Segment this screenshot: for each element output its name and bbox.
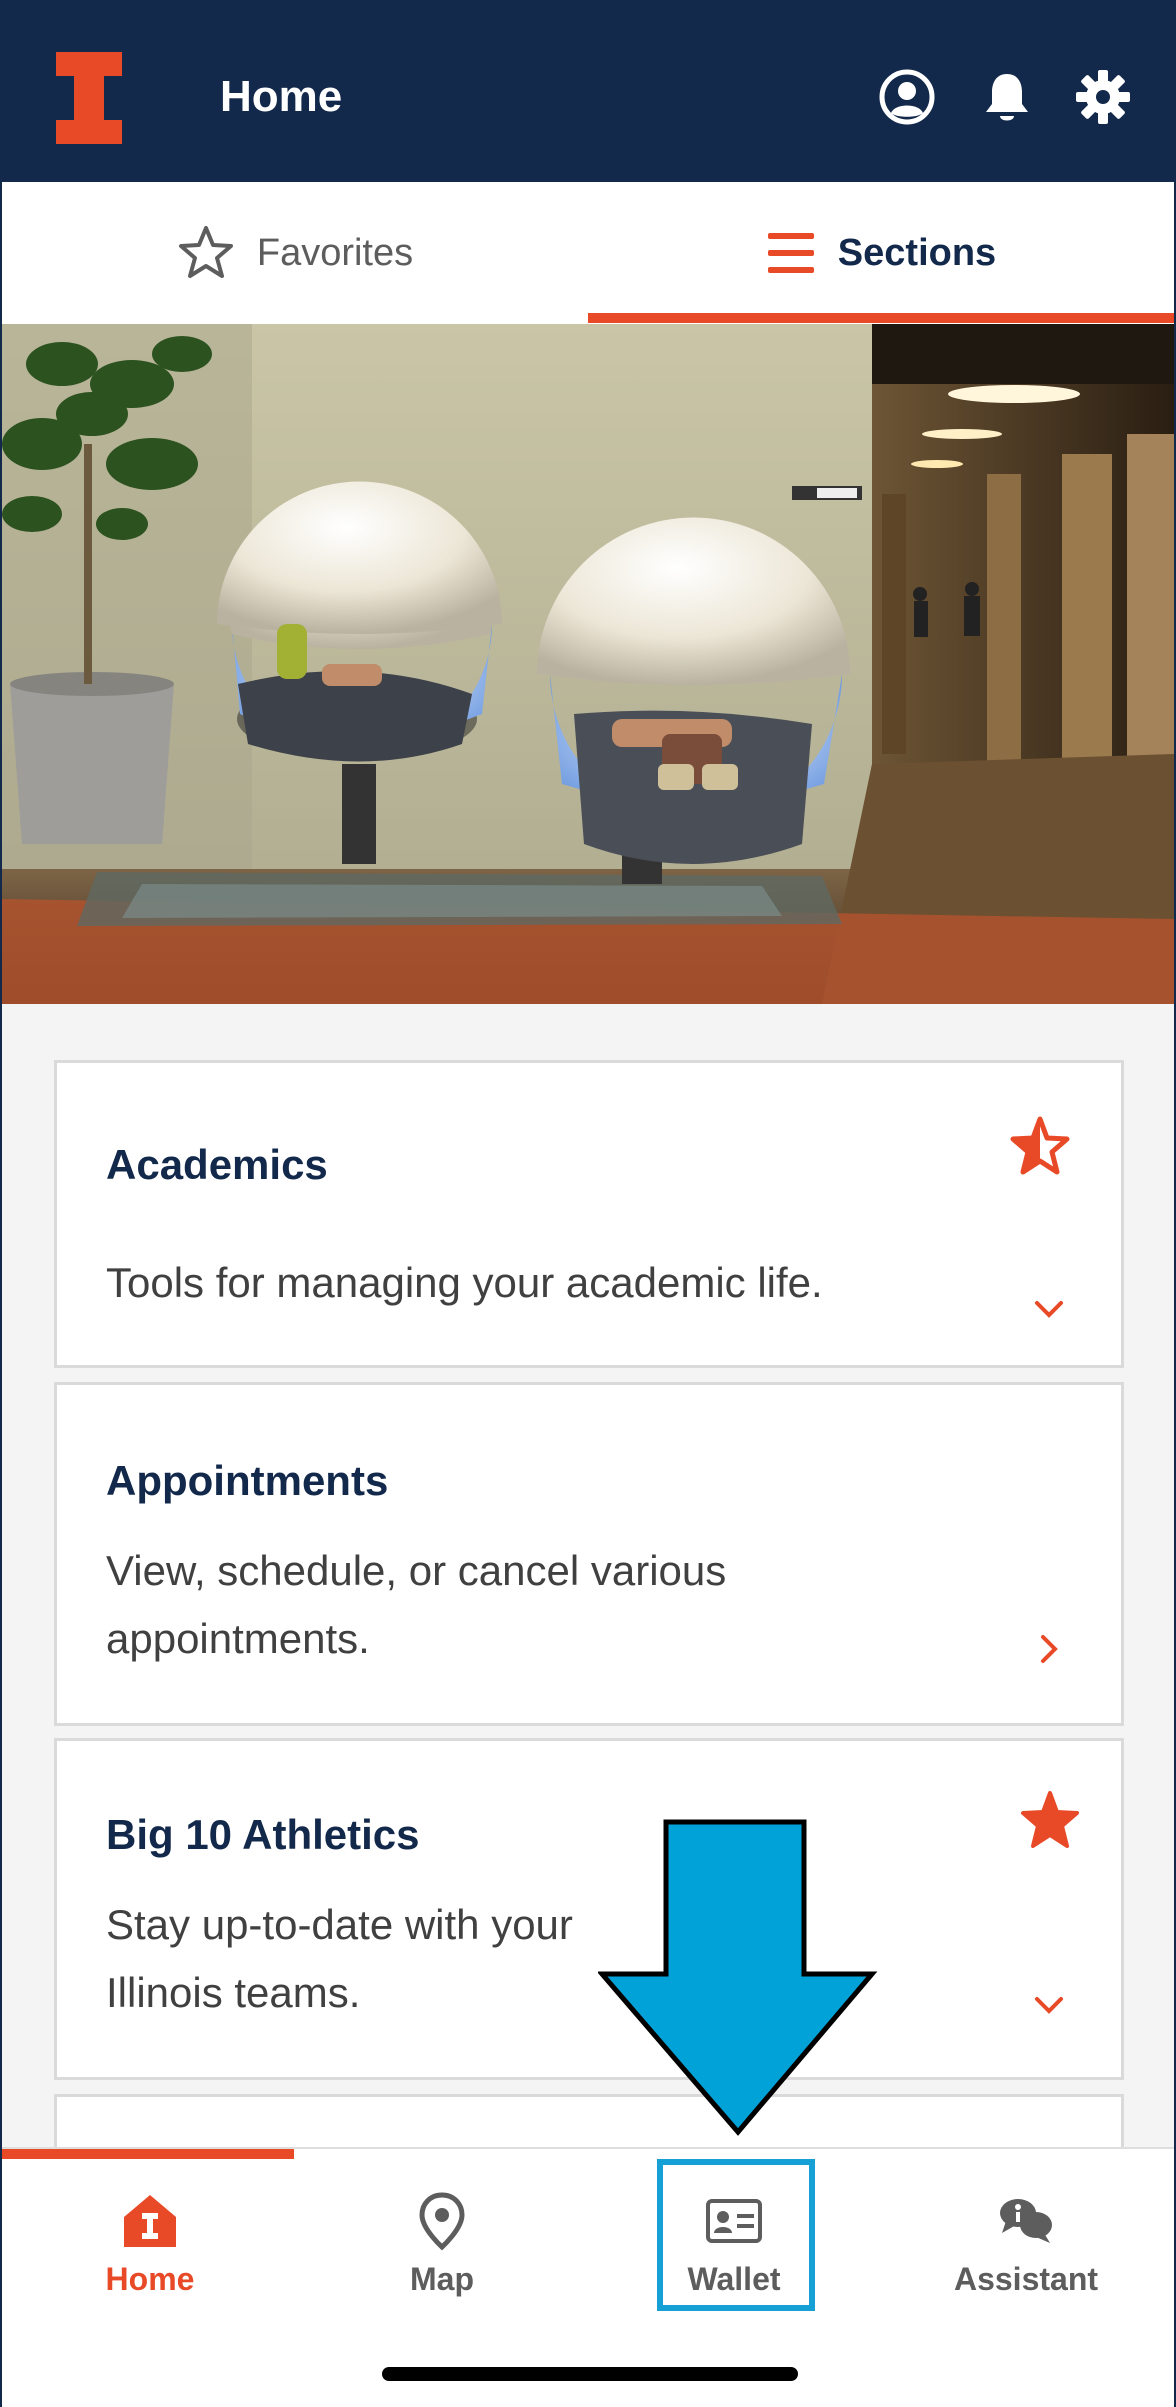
tab-label: Sections [837,231,997,274]
card-description-line: Illinois teams. [106,1969,361,2016]
section-card-athletics[interactable]: Big 10 Athletics Stay up-to-date with yo… [54,1738,1124,2080]
star-filled-icon[interactable] [1019,1789,1081,1851]
card-description: View, schedule, or cancel various appoin… [106,1537,726,1673]
bell-icon[interactable] [978,68,1036,126]
tab-selected-indicator [588,313,1174,323]
home-icon [124,2195,176,2247]
illinois-logo[interactable] [54,50,124,146]
star-outline-icon [178,226,233,278]
chevron-down-icon[interactable] [1031,1291,1067,1327]
chevron-right-icon[interactable] [1031,1631,1067,1667]
card-description-line: appointments. [106,1615,370,1662]
card-description-line: View, schedule, or cancel various [106,1547,727,1594]
wallet-highlight-box [657,2159,815,2311]
home-indicator-bar [382,2367,798,2381]
bottom-navigation: Home Map Wallet Assistant [2,2147,1174,2407]
hamburger-icon [767,233,814,273]
section-tabs: Favorites Sections [2,182,1174,324]
nav-assistant[interactable]: Assistant [880,2159,1172,2299]
card-title: Appointments [106,1457,389,1504]
tab-label: Favorites [256,231,414,274]
nav-home[interactable]: Home [4,2159,296,2299]
card-description: Stay up-to-date with your Illinois teams… [106,1891,573,2027]
tab-sections[interactable]: Sections [588,182,1174,324]
star-half-icon[interactable] [1009,1115,1071,1177]
section-card-appointments[interactable]: Appointments View, schedule, or cancel v… [54,1382,1124,1726]
profile-icon[interactable] [878,68,936,126]
nav-label: Home [105,2261,195,2297]
chevron-down-icon[interactable] [1031,1987,1067,2023]
card-description: Tools for managing your academic life. [106,1259,823,1306]
card-title: Big 10 Athletics [106,1811,420,1858]
card-title: Academics [106,1141,328,1188]
section-card-academics[interactable]: Academics Tools for managing your academ… [54,1060,1124,1368]
nav-selected-indicator [2,2149,294,2159]
nav-label: Assistant [953,2261,1099,2297]
chat-bubbles-icon [1000,2199,1052,2243]
pointer-arrow-annotation [598,1819,878,2136]
gear-icon[interactable] [1074,68,1132,126]
map-pin-icon [419,2192,465,2251]
page-title: Home [220,72,343,121]
hero-photo [2,324,1174,1004]
nav-map[interactable]: Map [296,2159,588,2299]
nav-label: Map [410,2261,474,2297]
app-header: Home [2,2,1174,182]
card-description-line: Stay up-to-date with your [106,1901,573,1948]
tab-favorites[interactable]: Favorites [2,182,588,324]
